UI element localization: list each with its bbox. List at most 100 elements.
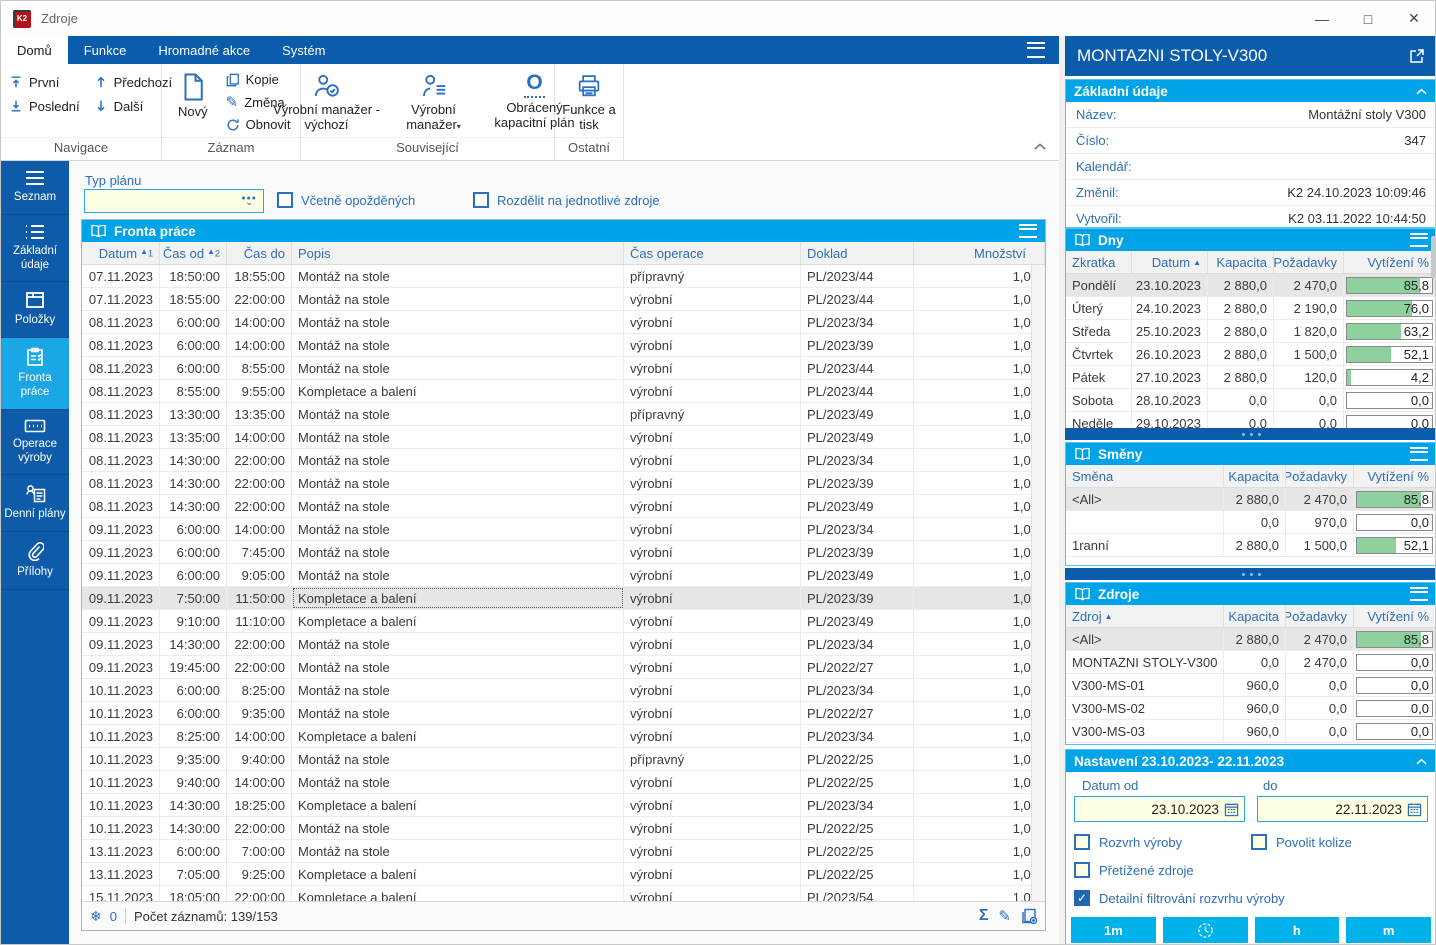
column-header-datum[interactable]: Datum▲1 bbox=[82, 242, 160, 264]
plan-type-combo[interactable]: ●●●⌄ bbox=[84, 189, 264, 213]
table-row[interactable]: V300-MS-01960,00,00,0 bbox=[1066, 674, 1436, 697]
checkbox-box[interactable] bbox=[1074, 862, 1090, 878]
table-row[interactable]: Úterý24.10.20232 880,02 190,076,0 bbox=[1066, 297, 1436, 320]
table-row[interactable]: 10.11.20239:35:009:40:00Montáž na stolep… bbox=[82, 748, 1045, 771]
table-row[interactable]: 1ranní2 880,01 500,052,1 bbox=[1066, 534, 1436, 557]
table-row[interactable]: 08.11.202313:35:0014:00:00Montáž na stol… bbox=[82, 426, 1045, 449]
table-row[interactable]: Pondělí23.10.20232 880,02 470,085,8 bbox=[1066, 274, 1436, 297]
section-splitter[interactable] bbox=[1065, 428, 1436, 440]
first-button[interactable]: První bbox=[9, 70, 80, 94]
minimize-button[interactable]: — bbox=[1299, 1, 1345, 36]
collapse-chevron-icon[interactable] bbox=[1415, 84, 1428, 99]
checkbox-box[interactable] bbox=[473, 192, 489, 208]
table-row[interactable]: 09.11.202314:30:0022:00:00Montáž na stol… bbox=[82, 633, 1045, 656]
column-header-cas-do[interactable]: Čas do bbox=[227, 242, 292, 264]
tab-system[interactable]: Systém bbox=[266, 36, 341, 64]
table-row[interactable]: 10.11.20236:00:009:35:00Montáž na stolev… bbox=[82, 702, 1045, 725]
checkbox-box[interactable] bbox=[1074, 834, 1090, 850]
functions-print-button[interactable]: Funkce a tisk bbox=[551, 70, 627, 137]
col-zkratka[interactable]: Zkratka bbox=[1066, 251, 1132, 273]
time-history-button[interactable] bbox=[1163, 917, 1248, 943]
column-header-popis[interactable]: Popis bbox=[292, 242, 624, 264]
ribbon-menu-icon[interactable] bbox=[1027, 42, 1045, 58]
edit-icon[interactable]: ✎ bbox=[998, 907, 1011, 925]
sidebar-item-prilohy[interactable]: Přílohy bbox=[1, 532, 69, 590]
table-row[interactable]: 13.11.20236:00:007:00:00Montáž na stolev… bbox=[82, 840, 1045, 863]
previous-button[interactable]: Předchozí bbox=[94, 70, 173, 94]
col-pozadavky[interactable]: Požadavky bbox=[1274, 251, 1344, 273]
table-menu-icon[interactable] bbox=[1019, 224, 1037, 238]
checkbox-box[interactable] bbox=[1251, 834, 1267, 850]
table-row[interactable]: 09.11.20237:50:0011:50:00Kompletace a ba… bbox=[82, 587, 1045, 610]
checkbox-box[interactable] bbox=[277, 192, 293, 208]
table-row[interactable]: 08.11.20238:55:009:55:00Kompletace a bal… bbox=[82, 380, 1045, 403]
overloaded-resources-checkbox[interactable]: Přetížené zdroje bbox=[1074, 862, 1194, 878]
table-row[interactable]: 09.11.20236:00:009:05:00Montáž na stolev… bbox=[82, 564, 1045, 587]
calendar-icon[interactable] bbox=[1224, 802, 1239, 817]
production-schedule-checkbox[interactable]: Rozvrh výroby bbox=[1074, 834, 1251, 850]
panel-scrollbar-thumb[interactable] bbox=[1431, 236, 1436, 278]
table-row[interactable]: <All>2 880,02 470,085,8 bbox=[1066, 488, 1436, 511]
section-splitter[interactable] bbox=[1065, 568, 1436, 580]
date-from-input[interactable]: 23.10.2023 bbox=[1074, 796, 1245, 822]
table-row[interactable]: 08.11.20236:00:008:55:00Montáž na stolev… bbox=[82, 357, 1045, 380]
open-external-icon[interactable] bbox=[1409, 48, 1425, 64]
table-row[interactable]: 10.11.202314:30:0018:25:00Kompletace a b… bbox=[82, 794, 1045, 817]
table-row[interactable]: V300-MS-03960,00,00,0 bbox=[1066, 720, 1436, 743]
table-row[interactable]: 07.11.202318:50:0018:55:00Montáž na stol… bbox=[82, 265, 1045, 288]
ribbon-collapse-chevron[interactable] bbox=[1033, 139, 1047, 157]
table-row[interactable]: V300-MS-02960,00,00,0 bbox=[1066, 697, 1436, 720]
col-vytizeni[interactable]: Vytížení % bbox=[1344, 251, 1436, 273]
table-row[interactable]: 09.11.20236:00:0014:00:00Montáž na stole… bbox=[82, 518, 1045, 541]
column-header-doklad[interactable]: Doklad bbox=[801, 242, 914, 264]
table-vertical-scrollbar[interactable] bbox=[1031, 265, 1045, 901]
scale-1m-button[interactable]: 1m bbox=[1071, 917, 1156, 943]
table-row[interactable]: 08.11.20236:00:0014:00:00Montáž na stole… bbox=[82, 311, 1045, 334]
sidebar-item-polozky[interactable]: Položky bbox=[1, 282, 69, 338]
table-menu-icon[interactable] bbox=[1410, 447, 1428, 461]
column-header-cas-od[interactable]: Čas od▲2 bbox=[160, 242, 227, 264]
calendar-icon[interactable] bbox=[1407, 802, 1422, 817]
date-to-input[interactable]: 22.11.2023 bbox=[1257, 796, 1428, 822]
table-row[interactable]: 07.11.202318:55:0022:00:00Montáž na stol… bbox=[82, 288, 1045, 311]
table-row[interactable]: <All>2 880,02 470,085,8 bbox=[1066, 628, 1436, 651]
last-button[interactable]: Poslední bbox=[9, 94, 80, 118]
tab-hromadne-akce[interactable]: Hromadné akce bbox=[142, 36, 266, 64]
allow-collisions-checkbox[interactable]: Povolit kolize bbox=[1251, 834, 1428, 850]
next-button[interactable]: Další bbox=[94, 94, 173, 118]
col-vytizeni[interactable]: Vytížení % bbox=[1354, 605, 1436, 627]
table-row[interactable]: 10.11.20236:00:008:25:00Montáž na stolev… bbox=[82, 679, 1045, 702]
col-kapacita[interactable]: Kapacita bbox=[1208, 251, 1274, 273]
table-row[interactable]: 10.11.20238:25:0014:00:00Kompletace a ba… bbox=[82, 725, 1045, 748]
collapse-chevron-icon[interactable] bbox=[1415, 754, 1428, 769]
col-kapacita[interactable]: Kapacita bbox=[1224, 605, 1286, 627]
table-row[interactable]: 08.11.202313:30:0013:35:00Montáž na stol… bbox=[82, 403, 1045, 426]
col-pozadavky[interactable]: Požadavky bbox=[1286, 605, 1354, 627]
split-resources-checkbox[interactable]: Rozdělit na jednotlivé zdroje bbox=[473, 192, 660, 208]
table-row[interactable]: 09.11.20236:00:007:45:00Montáž na stolev… bbox=[82, 541, 1045, 564]
col-kapacita[interactable]: Kapacita bbox=[1224, 465, 1286, 487]
detailed-filter-checkbox[interactable]: ✓Detailní filtrování rozvrhu výroby bbox=[1074, 890, 1285, 906]
table-row[interactable]: Čtvrtek26.10.20232 880,01 500,052,1 bbox=[1066, 343, 1436, 366]
checkbox-box[interactable]: ✓ bbox=[1074, 890, 1090, 906]
table-row[interactable]: Pátek27.10.20232 880,0120,04,2 bbox=[1066, 366, 1436, 389]
table-row[interactable]: Sobota28.10.20230,00,00,0 bbox=[1066, 389, 1436, 412]
sum-icon[interactable]: Σ bbox=[979, 907, 989, 925]
table-row[interactable]: Středa25.10.20232 880,01 820,063,2 bbox=[1066, 320, 1436, 343]
column-header-cas-operace[interactable]: Čas operace bbox=[624, 242, 801, 264]
table-row[interactable]: 08.11.202314:30:0022:00:00Montáž na stol… bbox=[82, 495, 1045, 518]
table-row[interactable]: 0,0970,00,0 bbox=[1066, 511, 1436, 534]
add-document-icon[interactable] bbox=[1021, 908, 1037, 924]
close-button[interactable]: ✕ bbox=[1391, 1, 1436, 36]
new-button[interactable]: Nový bbox=[170, 70, 216, 137]
sidebar-item-denni-plany[interactable]: Denní plány bbox=[1, 475, 69, 532]
maximize-button[interactable]: □ bbox=[1345, 1, 1391, 36]
production-manager-button[interactable]: Výrobní manažer▾ bbox=[395, 70, 473, 137]
table-menu-icon[interactable] bbox=[1410, 587, 1428, 601]
include-delayed-checkbox[interactable]: Včetně opožděných bbox=[277, 192, 415, 208]
production-manager-default-button[interactable]: Výrobní manažer - výchozí bbox=[263, 70, 391, 137]
table-row[interactable]: 09.11.202319:45:0022:00:00Montáž na stol… bbox=[82, 656, 1045, 679]
table-row[interactable]: 09.11.20239:10:0011:10:00Kompletace a ba… bbox=[82, 610, 1045, 633]
table-row[interactable]: 08.11.20236:00:0014:00:00Montáž na stole… bbox=[82, 334, 1045, 357]
combo-dropdown-icon[interactable]: ●●●⌄ bbox=[241, 197, 257, 205]
